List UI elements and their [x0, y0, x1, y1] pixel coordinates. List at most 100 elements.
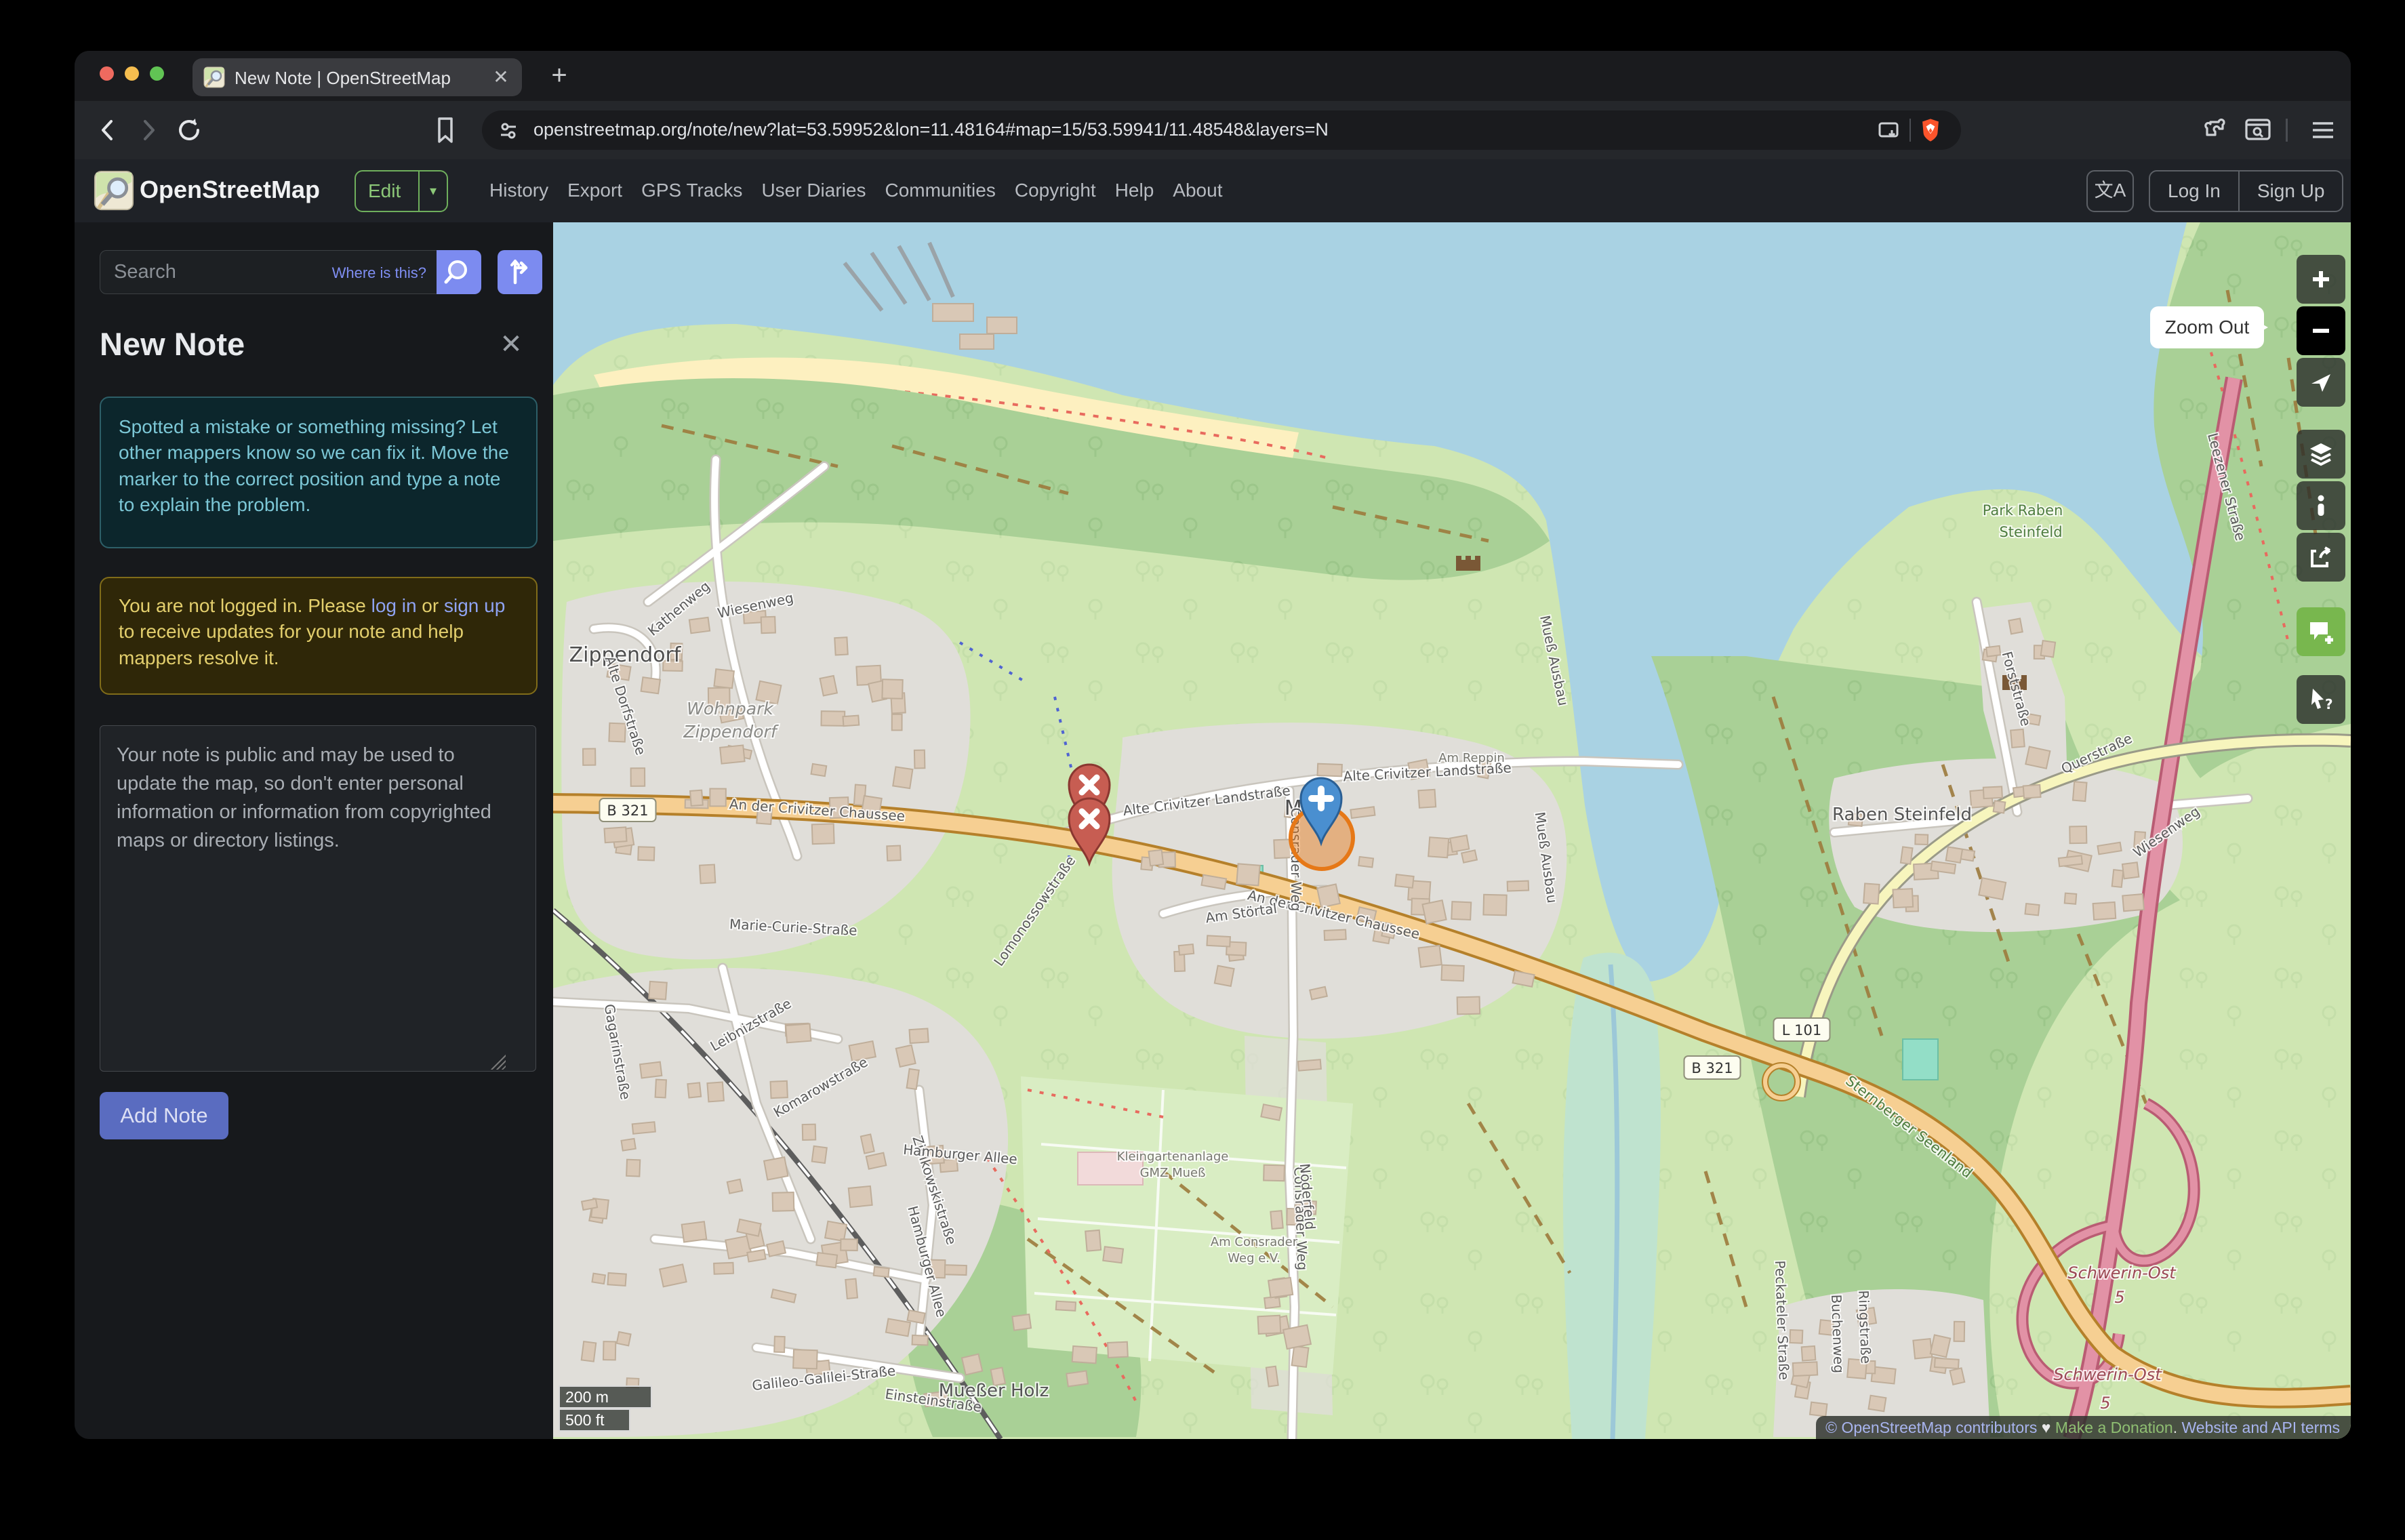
nav-communities[interactable]: Communities: [885, 180, 995, 201]
share-button[interactable]: [2297, 533, 2345, 582]
nav-history[interactable]: History: [489, 180, 548, 201]
map-label: 5: [2114, 1288, 2124, 1307]
url-text: openstreetmap.org/note/new?lat=53.59952&…: [533, 119, 1329, 140]
svg-text:?: ?: [2325, 696, 2333, 712]
reload-icon[interactable]: [172, 113, 206, 147]
tab-strip: New Note | OpenStreetMap ✕ +: [75, 51, 2351, 101]
textarea-resize-handle[interactable]: [491, 1055, 506, 1070]
heart-icon: ♥: [2041, 1419, 2051, 1436]
attribution-dot: .: [2172, 1419, 2182, 1436]
nav-about[interactable]: About: [1173, 180, 1222, 201]
brand-title[interactable]: OpenStreetMap: [140, 176, 320, 204]
osm-header: OpenStreetMap Edit ▾ History Export GPS …: [75, 159, 2351, 223]
edit-dropdown-caret[interactable]: ▾: [418, 171, 447, 211]
address-bar[interactable]: openstreetmap.org/note/new?lat=53.59952&…: [482, 110, 1961, 150]
warning-text: to receive updates for your note and hel…: [119, 621, 464, 668]
nav-export[interactable]: Export: [567, 180, 622, 201]
scale-metric: 200 m: [559, 1385, 652, 1409]
brave-shield-icon[interactable]: [1918, 117, 1943, 143]
auth-buttons: Log In Sign Up: [2149, 170, 2344, 212]
map-label: Am Consrader: [1211, 1235, 1298, 1249]
map-label: Schwerin-Ost: [2053, 1365, 2162, 1384]
directions-icon: [510, 260, 528, 285]
zoom-in-button[interactable]: [2297, 255, 2345, 304]
osm-contributors-link[interactable]: © OpenStreetMap contributors: [1825, 1419, 2037, 1436]
where-is-this-link[interactable]: Where is this?: [332, 264, 426, 282]
directions-button[interactable]: [498, 250, 542, 294]
map-label: Steinfeld: [1999, 524, 2062, 540]
map-info-button[interactable]: [2297, 481, 2345, 530]
site-settings-icon[interactable]: [497, 119, 520, 142]
map-container[interactable]: ZippendorfWohnparkZippendorfMueßRaben St…: [553, 222, 2351, 1439]
nav-help[interactable]: Help: [1115, 180, 1154, 201]
road-shield: L 101: [1773, 1017, 1831, 1042]
search-input[interactable]: Search Where is this?: [100, 250, 438, 294]
osm-favicon: [203, 66, 225, 88]
menu-icon[interactable]: [2306, 113, 2340, 147]
svg-text:B 321: B 321: [607, 803, 648, 819]
browser-toolbar: openstreetmap.org/note/new?lat=53.59952&…: [75, 101, 2351, 159]
translate-button[interactable]: 文A: [2086, 170, 2134, 212]
panel-close-icon[interactable]: ✕: [496, 329, 526, 359]
road-shield: B 321: [1683, 1055, 1741, 1080]
toolbar-divider: [2286, 119, 2288, 142]
nav-user-diaries[interactable]: User Diaries: [761, 180, 866, 201]
scale-imperial: 500 ft: [559, 1409, 630, 1432]
tab-title: New Note | OpenStreetMap: [235, 68, 451, 88]
note-info-box: Spotted a mistake or something missing? …: [100, 397, 538, 548]
new-tab-button[interactable]: +: [544, 60, 575, 92]
edit-label: Edit: [368, 180, 401, 201]
osm-nav: History Export GPS Tracks User Diaries C…: [489, 180, 1222, 201]
login-link[interactable]: log in: [371, 595, 417, 616]
donation-link[interactable]: Make a Donation: [2055, 1419, 2173, 1436]
map-label: Ringstraße: [1855, 1290, 1874, 1364]
map-canvas[interactable]: ZippendorfWohnparkZippendorfMueßRaben St…: [553, 222, 2351, 1439]
traffic-minimize-button[interactable]: [125, 66, 139, 81]
map-label: GMZ Mueß: [1140, 1166, 1206, 1180]
attribution-bar: © OpenStreetMap contributors ♥ Make a Do…: [1816, 1416, 2351, 1439]
query-features-button[interactable]: ?: [2297, 675, 2345, 724]
locate-button[interactable]: [2297, 358, 2345, 407]
map-label: Weg e.V.: [1228, 1251, 1280, 1265]
note-textarea[interactable]: [100, 725, 536, 1072]
nav-copyright[interactable]: Copyright: [1015, 180, 1096, 201]
tab-close-icon[interactable]: ✕: [489, 66, 512, 89]
map-label: Wohnpark: [687, 699, 774, 718]
signup-link[interactable]: sign up: [444, 595, 505, 616]
road-shield: B 321: [599, 798, 657, 822]
map-label: Buchenweg: [1828, 1294, 1847, 1373]
layers-button[interactable]: [2297, 430, 2345, 479]
sidebar: Search Where is this? New Note ✕ Spotted…: [75, 222, 553, 1439]
add-note-button[interactable]: Add Note: [100, 1092, 228, 1139]
map-label: 5: [2100, 1394, 2110, 1413]
extensions-icon[interactable]: [2199, 113, 2233, 147]
zoom-out-button[interactable]: [2297, 306, 2345, 355]
login-button[interactable]: Log In: [2150, 171, 2240, 211]
pill-divider: [1909, 119, 1911, 142]
zoom-out-tooltip: Zoom Out: [2150, 306, 2268, 348]
search-icon: [444, 260, 467, 284]
browser-window: New Note | OpenStreetMap ✕ + openstreetm…: [75, 51, 2351, 1439]
traffic-zoom-button[interactable]: [150, 66, 164, 81]
edit-button[interactable]: Edit ▾: [355, 170, 448, 212]
nav-gps-tracks[interactable]: GPS Tracks: [641, 180, 742, 201]
browser-tab[interactable]: New Note | OpenStreetMap ✕: [193, 58, 522, 96]
search-button[interactable]: [437, 250, 481, 294]
forward-icon[interactable]: [132, 113, 165, 147]
map-label: Kleingartenanlage: [1117, 1150, 1229, 1164]
warning-text: You are not logged in. Please: [119, 595, 371, 616]
signup-button[interactable]: Sign Up: [2240, 171, 2343, 211]
add-map-note-button[interactable]: [2297, 607, 2345, 656]
bookmark-icon[interactable]: [428, 113, 462, 147]
map-label: Schwerin-Ost: [2067, 1263, 2177, 1282]
svg-text:B 321: B 321: [1691, 1060, 1733, 1076]
reading-list-icon[interactable]: [1877, 119, 1900, 142]
traffic-close-button[interactable]: [100, 66, 114, 81]
map-label: Zippendorf: [569, 643, 682, 667]
back-icon[interactable]: [91, 113, 125, 147]
terms-link[interactable]: Website and API terms: [2181, 1419, 2340, 1436]
panel-title: New Note: [100, 326, 245, 362]
sidebar-search-icon[interactable]: [2241, 113, 2275, 147]
map-label: Park Raben: [1983, 502, 2063, 519]
osm-logo: [94, 170, 134, 211]
